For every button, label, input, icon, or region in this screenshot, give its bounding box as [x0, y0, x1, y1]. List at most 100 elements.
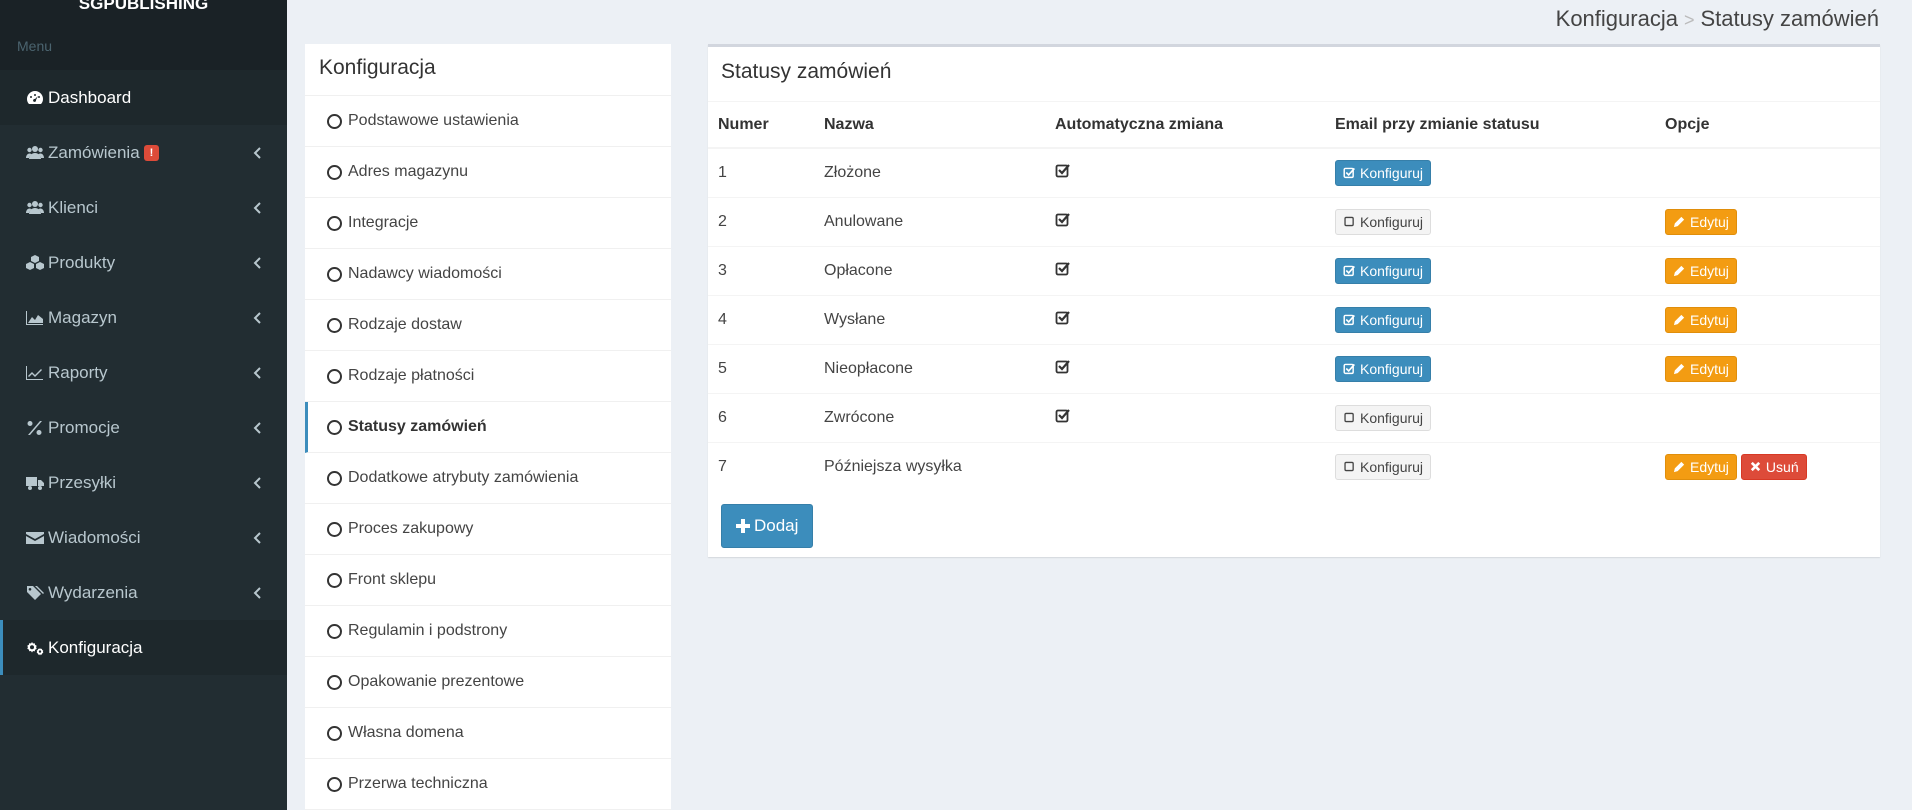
configure-label: Konfiguruj [1360, 409, 1424, 426]
config-menu-item[interactable]: Podstawowe ustawienia [305, 96, 671, 147]
column-header-options: Opcje [1655, 102, 1880, 149]
configure-email-button[interactable]: Konfiguruj [1335, 453, 1432, 480]
menu-header: Menu [0, 24, 287, 70]
configure-label: Konfiguruj [1360, 311, 1424, 328]
config-menu-item[interactable]: Opakowanie prezentowe [305, 657, 671, 708]
pencil-icon [1673, 216, 1685, 228]
chevron-left-icon [253, 366, 265, 379]
delete-button[interactable]: Usuń [1740, 453, 1807, 480]
configure-email-button[interactable]: Konfiguruj [1335, 306, 1432, 333]
configure-email-button[interactable]: Konfiguruj [1335, 159, 1432, 186]
sidebar-item-klienci[interactable]: Klienci [0, 180, 287, 235]
percent-icon [24, 420, 46, 436]
circle-icon [327, 776, 342, 792]
circle-icon [327, 368, 342, 384]
plus-icon [736, 519, 750, 533]
options-cell: Edytuj Usuń [1655, 441, 1880, 491]
sidebar-nav: Dashboard Zamówienia! Klienci Produkty Magaz… [0, 70, 287, 675]
config-menu-item[interactable]: Integracje [305, 198, 671, 249]
status-name: Złożone [814, 147, 1045, 197]
sidebar-item-label: Wydarzenia [48, 582, 138, 602]
configure-email-button[interactable]: Konfiguruj [1335, 404, 1432, 431]
breadcrumb: Konfiguracja > Statusy zamówień [1556, 6, 1879, 32]
config-menu-item[interactable]: Własna domena [305, 708, 671, 759]
brand: SGPUBLISHING [0, 0, 287, 24]
table-row: 6 Zwrócone Konfiguruj [708, 392, 1880, 442]
edit-label: Edytuj [1690, 213, 1729, 230]
circle-icon [327, 674, 342, 690]
chevron-left-icon [253, 311, 265, 324]
sidebar-item-label: Raporty [48, 362, 108, 382]
auto-change-cell [1045, 245, 1325, 295]
sidebar-item-konfiguracja[interactable]: Konfiguracja [0, 620, 287, 675]
breadcrumb-parent[interactable]: Konfiguracja [1556, 6, 1678, 31]
config-menu-item[interactable]: Front sklepu [305, 555, 671, 606]
edit-button[interactable]: Edytuj [1665, 208, 1737, 235]
delete-label: Usuń [1765, 458, 1799, 475]
sidebar: SGPUBLISHING Menu Dashboard Zamówienia! Kl… [0, 0, 287, 810]
config-menu-item[interactable]: Proces zakupowy [305, 504, 671, 555]
sidebar-item-promocje[interactable]: Promocje [0, 400, 287, 455]
configure-email-button[interactable]: Konfiguruj [1335, 355, 1432, 382]
email-cell: Konfiguruj [1325, 392, 1655, 442]
users-icon [24, 200, 46, 216]
circle-icon [327, 521, 342, 537]
sidebar-item-produkty[interactable]: Produkty [0, 235, 287, 290]
sidebar-item-raporty[interactable]: Raporty [0, 345, 287, 400]
sidebar-item-dashboard[interactable]: Dashboard [0, 70, 287, 125]
sidebar-item-label: Wiadomości [48, 527, 141, 547]
config-menu-item[interactable]: Regulamin i podstrony [305, 606, 671, 657]
email-cell: Konfiguruj [1325, 196, 1655, 246]
sidebar-item-przesyłki[interactable]: Przesyłki [0, 455, 287, 510]
email-cell: Konfiguruj [1325, 147, 1655, 197]
circle-icon [327, 572, 342, 588]
chevron-left-icon [253, 256, 265, 269]
edit-button[interactable]: Edytuj [1665, 355, 1737, 382]
options-cell: Edytuj [1655, 343, 1880, 393]
edit-label: Edytuj [1690, 458, 1729, 475]
sidebar-item-wiadomości[interactable]: Wiadomości [0, 510, 287, 565]
table-row: 5 Nieopłacone Konfiguruj Edytuj [708, 343, 1880, 393]
edit-button[interactable]: Edytuj [1665, 306, 1737, 333]
status-number: 6 [708, 392, 814, 442]
config-menu-item[interactable]: Statusy zamówień [305, 402, 671, 453]
edit-label: Edytuj [1690, 262, 1729, 279]
edit-button[interactable]: Edytuj [1665, 453, 1737, 480]
sidebar-item-magazyn[interactable]: Magazyn [0, 290, 287, 345]
check-square-icon [1055, 311, 1071, 329]
config-menu-item-label: Podstawowe ustawienia [348, 112, 519, 129]
config-menu-item[interactable]: Dodatkowe atrybuty zamówienia [305, 453, 671, 504]
status-number: 7 [708, 441, 814, 491]
edit-label: Edytuj [1690, 311, 1729, 328]
config-menu-item[interactable]: Rodzaje płatności [305, 351, 671, 402]
config-menu-item[interactable]: Adres magazynu [305, 147, 671, 198]
column-header-number: Numer [708, 102, 814, 149]
config-menu-item[interactable]: Rodzaje dostaw [305, 300, 671, 351]
square-icon [1344, 216, 1354, 227]
edit-button[interactable]: Edytuj [1665, 257, 1737, 284]
line-chart-icon [24, 365, 46, 381]
check-square-icon [1343, 265, 1355, 277]
configure-email-button[interactable]: Konfiguruj [1335, 208, 1432, 235]
sidebar-item-label: Promocje [48, 417, 120, 437]
configure-email-button[interactable]: Konfiguruj [1335, 257, 1432, 284]
status-number: 5 [708, 343, 814, 393]
table-row: 1 Złożone Konfiguruj [708, 147, 1880, 197]
config-menu: Podstawowe ustawienia Adres magazynu Integ… [305, 96, 671, 810]
table-header-row: Numer Nazwa Automatyczna zmiana Email pr… [708, 102, 1880, 149]
check-square-icon [1055, 164, 1071, 182]
sidebar-item-wydarzenia[interactable]: Wydarzenia [0, 565, 287, 620]
add-status-button[interactable]: Dodaj [721, 504, 814, 548]
status-name: Opłacone [814, 245, 1045, 295]
sidebar-item-zamówienia[interactable]: Zamówienia! [0, 125, 287, 180]
breadcrumb-separator: > [1683, 10, 1695, 30]
chevron-left-icon [253, 146, 265, 159]
config-panel-title: Konfiguracja [305, 44, 671, 96]
pencil-icon [1673, 462, 1685, 473]
status-name: Późniejsza wysyłka [814, 441, 1045, 491]
email-cell: Konfiguruj [1325, 245, 1655, 295]
config-menu-item[interactable]: Nadawcy wiadomości [305, 249, 671, 300]
order-statuses-box: Statusy zamówień Numer Nazwa Automatyczn… [708, 44, 1880, 557]
options-cell: Edytuj [1655, 196, 1880, 246]
config-menu-item[interactable]: Przerwa techniczna [305, 759, 671, 810]
